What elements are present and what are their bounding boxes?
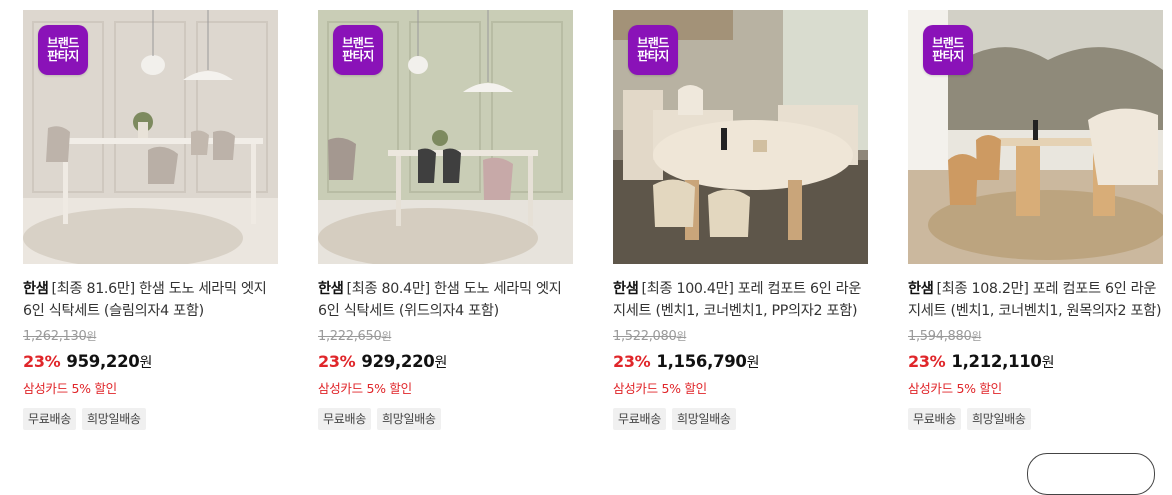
discount-rate: 23% xyxy=(23,352,61,371)
original-price-unit: 원 xyxy=(86,330,97,343)
tag-free-shipping: 무료배송 xyxy=(908,408,961,430)
product-title[interactable]: 한샘 [최종 100.4만] 포레 컴포트 6인 라운지세트 (벤치1, 코너벤치… xyxy=(613,278,868,322)
original-price: 1,522,080원 xyxy=(613,328,868,346)
original-price-value: 1,262,130 xyxy=(23,329,87,344)
brand-fantasy-badge: 브랜드 판타지 xyxy=(628,25,678,75)
price-unit: 원 xyxy=(1041,355,1055,371)
product-name: [최종 100.4만] 포레 컴포트 6인 라운지세트 (벤치1, 코너벤치1,… xyxy=(613,281,862,319)
tag-free-shipping: 무료배송 xyxy=(613,408,666,430)
original-price-unit: 원 xyxy=(971,330,982,343)
card-promo: 삼성카드 5% 할인 xyxy=(318,381,412,396)
sale-price: 929,220 xyxy=(361,352,435,371)
product-card[interactable]: 브랜드 판타지 한샘 [최종 108.2만] 포레 컴포트 6인 라운지세트 (벤… xyxy=(908,10,1163,430)
brand-fantasy-badge: 브랜드 판타지 xyxy=(38,25,88,75)
tag-preferred-date: 희망일배송 xyxy=(376,408,441,430)
price-row: 23% 1,212,110원 xyxy=(908,351,1163,374)
product-title[interactable]: 한샘 [최종 108.2만] 포레 컴포트 6인 라운지세트 (벤치1, 코너벤치… xyxy=(908,278,1163,322)
product-name: [최종 81.6만] 한샘 도노 세라믹 엣지 6인 식탁세트 (슬림의자4 포… xyxy=(23,281,267,319)
card-promo: 삼성카드 5% 할인 xyxy=(613,381,707,396)
price-row: 23% 929,220원 xyxy=(318,351,573,374)
product-image[interactable]: 브랜드 판타지 xyxy=(613,10,868,264)
original-price-value: 1,594,880 xyxy=(908,329,972,344)
price-unit: 원 xyxy=(434,355,448,371)
floating-button-outline[interactable] xyxy=(1027,453,1155,495)
original-price-unit: 원 xyxy=(381,330,392,343)
product-name: [최종 80.4만] 한샘 도노 세라믹 엣지 6인 식탁세트 (위드의자4 포… xyxy=(318,281,562,319)
sale-price: 1,212,110 xyxy=(951,352,1042,371)
price-unit: 원 xyxy=(139,355,153,371)
discount-rate: 23% xyxy=(318,352,356,371)
tag-list: 무료배송 희망일배송 xyxy=(613,408,868,430)
sale-price: 1,156,790 xyxy=(656,352,747,371)
product-name: [최종 108.2만] 포레 컴포트 6인 라운지세트 (벤치1, 코너벤치1,… xyxy=(908,281,1162,319)
product-card[interactable]: 브랜드 판타지 한샘 [최종 81.6만] 한샘 도노 세라믹 엣지 6인 식탁세… xyxy=(23,10,278,430)
price-unit: 원 xyxy=(746,355,760,371)
original-price-unit: 원 xyxy=(676,330,687,343)
price-row: 23% 959,220원 xyxy=(23,351,278,374)
original-price: 1,222,650원 xyxy=(318,328,573,346)
tag-preferred-date: 희망일배송 xyxy=(966,408,1031,430)
brand-fantasy-badge: 브랜드 판타지 xyxy=(923,25,973,75)
badge-line2: 판타지 xyxy=(637,49,669,63)
price-row: 23% 1,156,790원 xyxy=(613,351,868,374)
tag-list: 무료배송 희망일배송 xyxy=(23,408,278,430)
original-price-value: 1,522,080 xyxy=(613,329,677,344)
discount-rate: 23% xyxy=(908,352,946,371)
tag-list: 무료배송 희망일배송 xyxy=(908,408,1163,430)
brand-name: 한샘 xyxy=(318,281,344,297)
brand-name: 한샘 xyxy=(613,281,639,297)
brand-name: 한샘 xyxy=(908,281,934,297)
card-promo: 삼성카드 5% 할인 xyxy=(908,381,1002,396)
original-price-value: 1,222,650 xyxy=(318,329,382,344)
badge-line2: 판타지 xyxy=(342,49,374,63)
product-card[interactable]: 브랜드 판타지 한샘 [최종 80.4만] 한샘 도노 세라믹 엣지 6인 식탁세… xyxy=(318,10,573,430)
product-image[interactable]: 브랜드 판타지 xyxy=(908,10,1163,264)
tag-free-shipping: 무료배송 xyxy=(318,408,371,430)
tag-list: 무료배송 희망일배송 xyxy=(318,408,573,430)
product-card[interactable]: 브랜드 판타지 한샘 [최종 100.4만] 포레 컴포트 6인 라운지세트 (벤… xyxy=(613,10,868,430)
product-title[interactable]: 한샘 [최종 81.6만] 한샘 도노 세라믹 엣지 6인 식탁세트 (슬림의자4… xyxy=(23,278,278,322)
badge-line2: 판타지 xyxy=(932,49,964,63)
product-image[interactable]: 브랜드 판타지 xyxy=(23,10,278,264)
product-grid: 브랜드 판타지 한샘 [최종 81.6만] 한샘 도노 세라믹 엣지 6인 식탁세… xyxy=(0,0,1172,470)
sale-price: 959,220 xyxy=(66,352,140,371)
original-price: 1,262,130원 xyxy=(23,328,278,346)
tag-free-shipping: 무료배송 xyxy=(23,408,76,430)
badge-line2: 판타지 xyxy=(47,49,79,63)
brand-name: 한샘 xyxy=(23,281,49,297)
product-image[interactable]: 브랜드 판타지 xyxy=(318,10,573,264)
brand-fantasy-badge: 브랜드 판타지 xyxy=(333,25,383,75)
tag-preferred-date: 희망일배송 xyxy=(81,408,146,430)
original-price: 1,594,880원 xyxy=(908,328,1163,346)
product-title[interactable]: 한샘 [최종 80.4만] 한샘 도노 세라믹 엣지 6인 식탁세트 (위드의자4… xyxy=(318,278,573,322)
card-promo: 삼성카드 5% 할인 xyxy=(23,381,117,396)
discount-rate: 23% xyxy=(613,352,651,371)
tag-preferred-date: 희망일배송 xyxy=(671,408,736,430)
